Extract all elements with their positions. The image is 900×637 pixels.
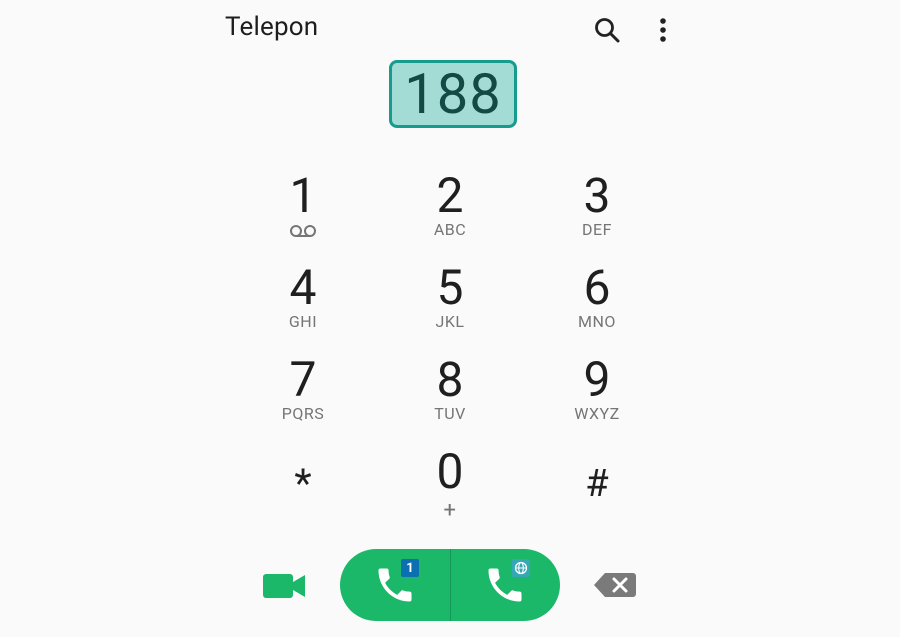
more-options-button[interactable] bbox=[643, 10, 683, 50]
sim1-badge: 1 bbox=[401, 559, 419, 577]
search-icon bbox=[595, 18, 620, 43]
key-6[interactable]: 6 MNO bbox=[537, 264, 657, 344]
backspace-icon bbox=[594, 573, 636, 597]
key-digit: 8 bbox=[436, 351, 464, 408]
key-letters: PQRS bbox=[281, 404, 325, 423]
key-digit: 7 bbox=[289, 351, 317, 408]
key-digit: * bbox=[294, 460, 312, 507]
key-letters: JKL bbox=[435, 312, 465, 331]
key-digit: 3 bbox=[583, 167, 611, 224]
video-camera-icon bbox=[263, 574, 305, 598]
key-digit: 9 bbox=[583, 351, 611, 408]
key-8[interactable]: 8 TUV bbox=[390, 356, 510, 436]
key-letters: TUV bbox=[434, 404, 466, 423]
key-letters: GHI bbox=[288, 312, 318, 331]
globe-icon bbox=[514, 561, 527, 575]
sim2-badge bbox=[511, 559, 530, 577]
key-star[interactable]: * bbox=[243, 460, 363, 540]
key-9[interactable]: 9 WXYZ bbox=[537, 356, 657, 436]
key-3[interactable]: 3 DEF bbox=[537, 172, 657, 252]
dialer-screen: Telepon 188 1 2 ABC 3 DEF 4 GHI 5 JKL 6 … bbox=[0, 0, 900, 637]
call-sim1-button[interactable]: 1 bbox=[340, 549, 451, 621]
key-digit: 6 bbox=[583, 259, 611, 316]
key-digit: 4 bbox=[289, 259, 317, 316]
key-1[interactable]: 1 bbox=[243, 172, 363, 252]
key-7[interactable]: 7 PQRS bbox=[243, 356, 363, 436]
voicemail-icon bbox=[290, 225, 316, 237]
key-2[interactable]: 2 ABC bbox=[390, 172, 510, 252]
search-button[interactable] bbox=[587, 10, 627, 50]
key-4[interactable]: 4 GHI bbox=[243, 264, 363, 344]
dialed-number-field[interactable]: 188 bbox=[389, 60, 517, 128]
key-letters: WXYZ bbox=[574, 404, 620, 423]
backspace-button[interactable] bbox=[592, 568, 638, 602]
key-letters: MNO bbox=[578, 312, 616, 331]
key-digit: # bbox=[585, 462, 609, 506]
key-digit: 0 bbox=[436, 443, 464, 500]
key-0[interactable]: 0 + bbox=[390, 448, 510, 528]
key-letters: + bbox=[443, 498, 457, 523]
key-digit: 1 bbox=[289, 167, 317, 224]
key-digit: 5 bbox=[436, 259, 464, 316]
key-hash[interactable]: # bbox=[537, 460, 657, 540]
key-letters: ABC bbox=[433, 220, 467, 239]
more-vert-icon bbox=[660, 18, 666, 42]
key-letters: DEF bbox=[582, 220, 612, 239]
video-call-button[interactable] bbox=[258, 566, 310, 606]
key-digit: 2 bbox=[436, 167, 464, 224]
call-sim2-button[interactable] bbox=[451, 549, 561, 621]
app-title: Telepon bbox=[225, 12, 319, 42]
call-button-group: 1 bbox=[340, 549, 560, 621]
key-5[interactable]: 5 JKL bbox=[390, 264, 510, 344]
